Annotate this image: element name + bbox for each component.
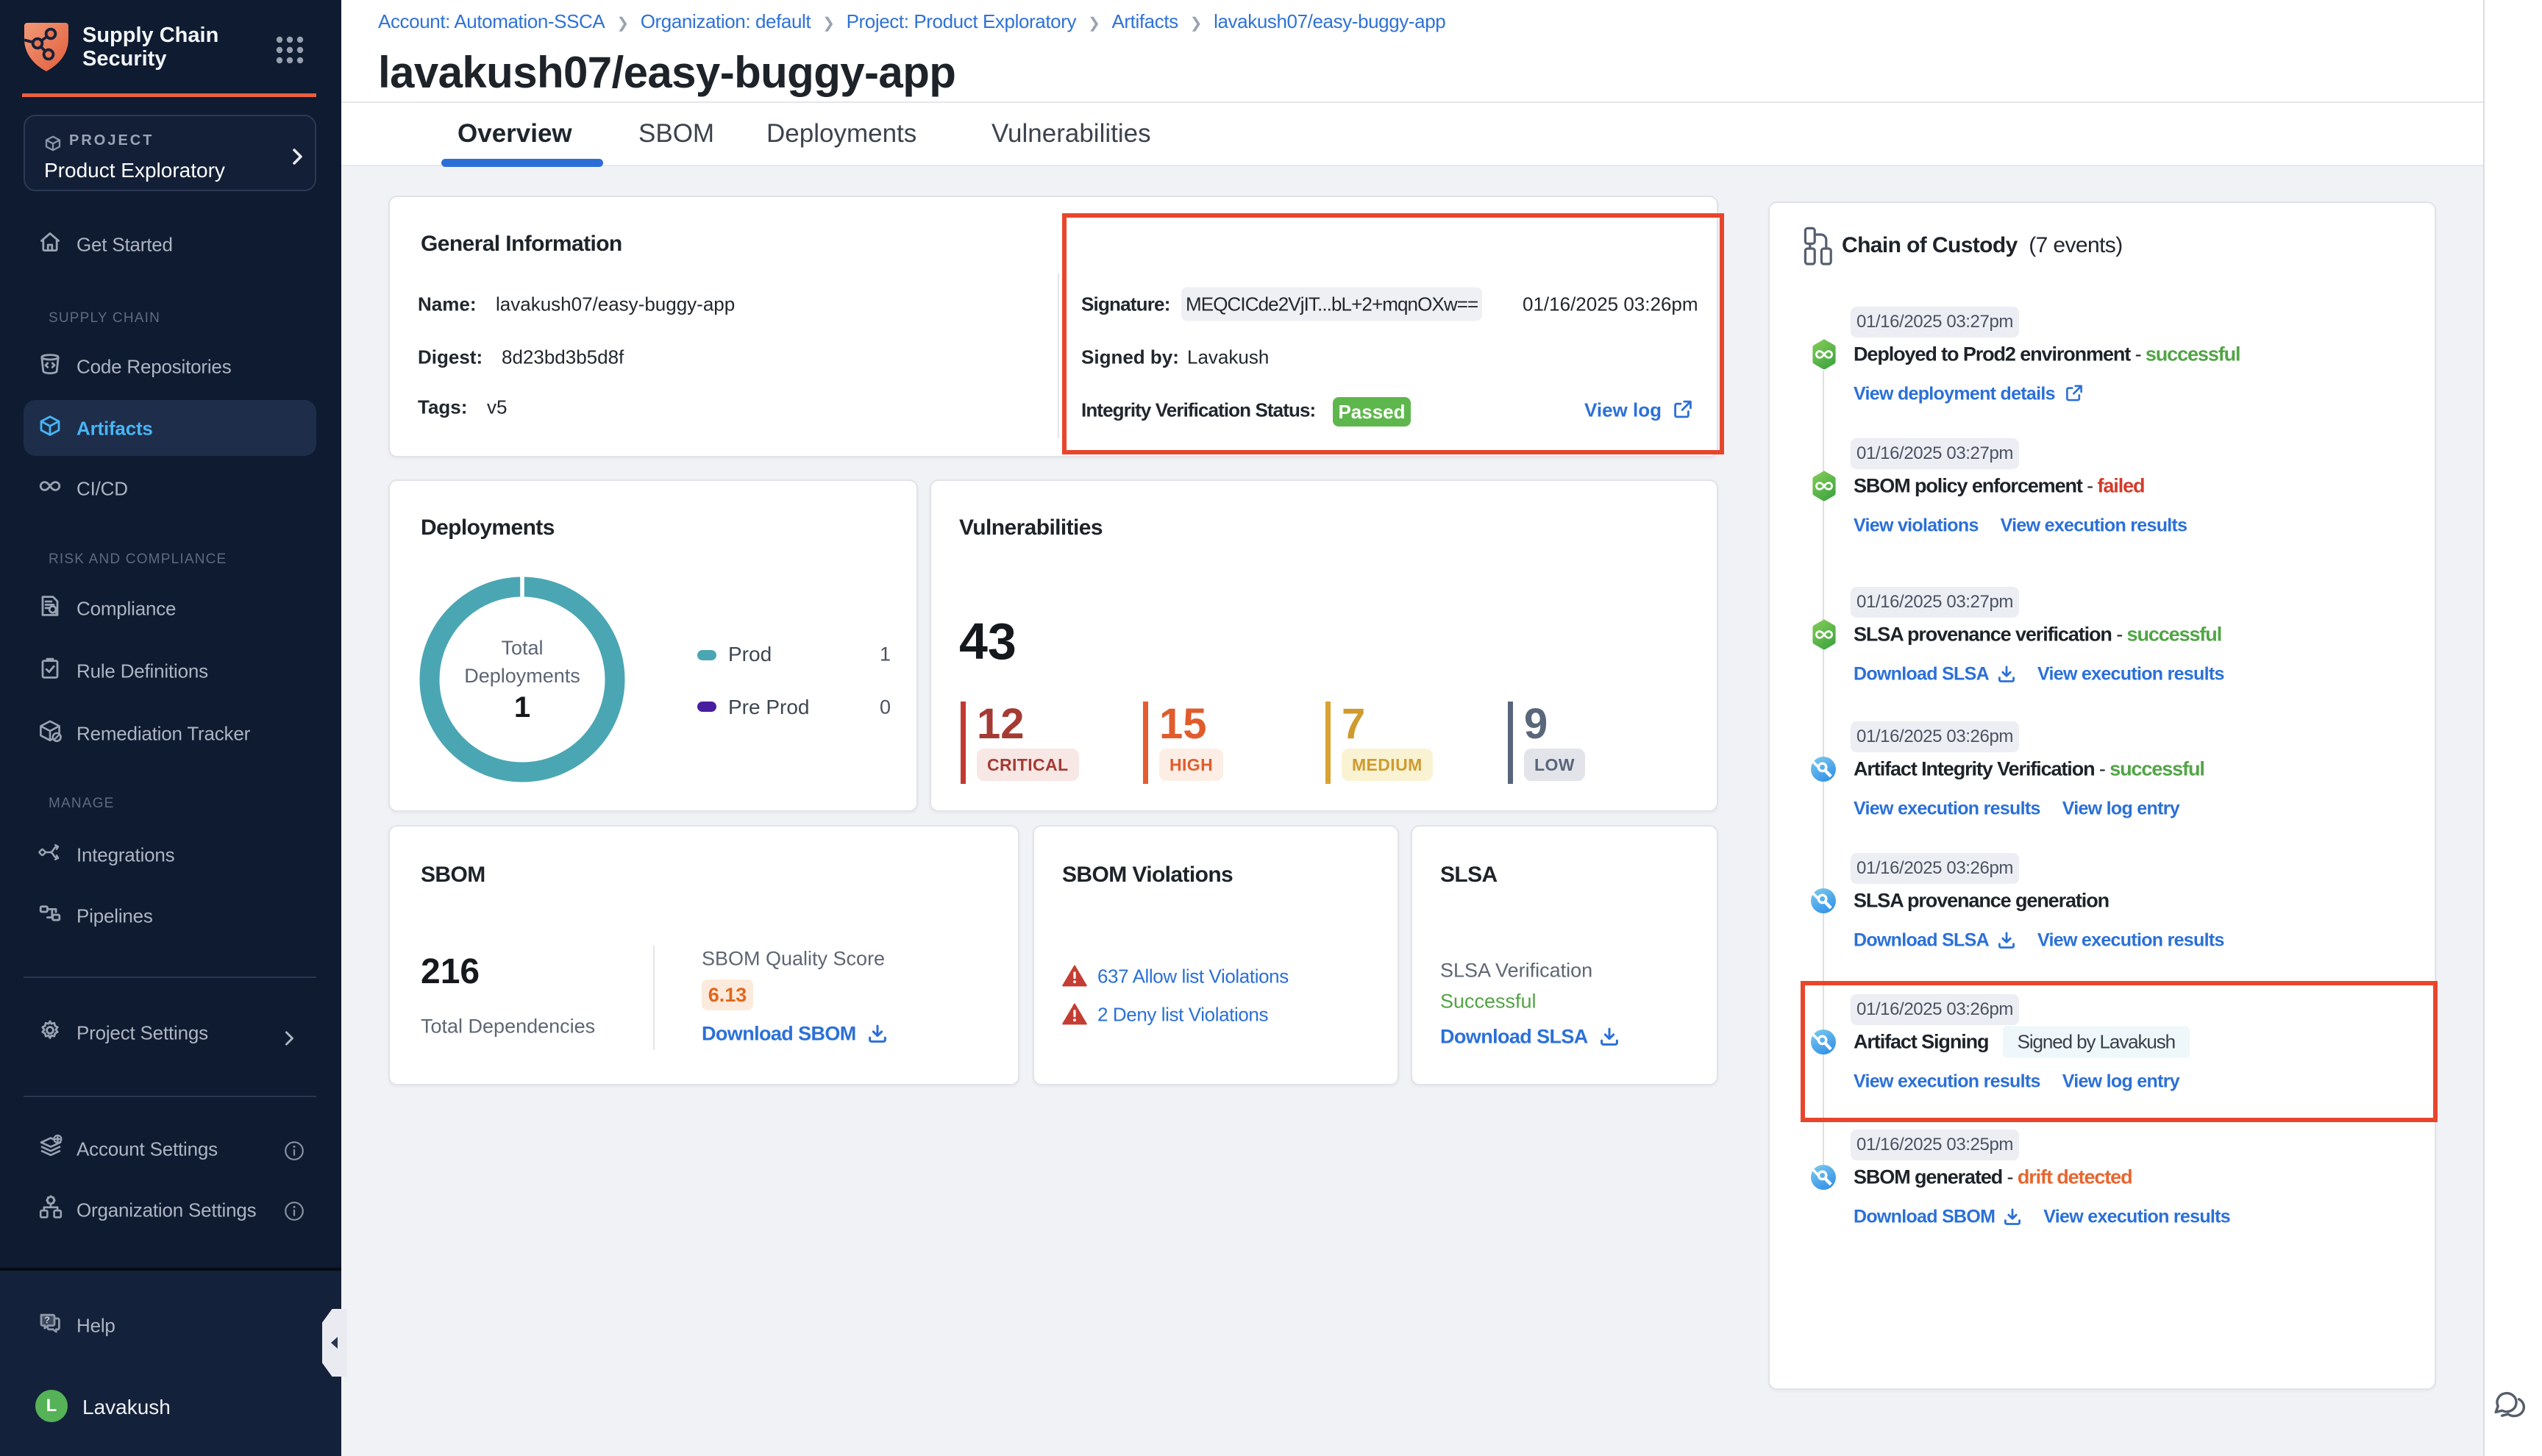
- svg-text:?: ?: [44, 1315, 50, 1326]
